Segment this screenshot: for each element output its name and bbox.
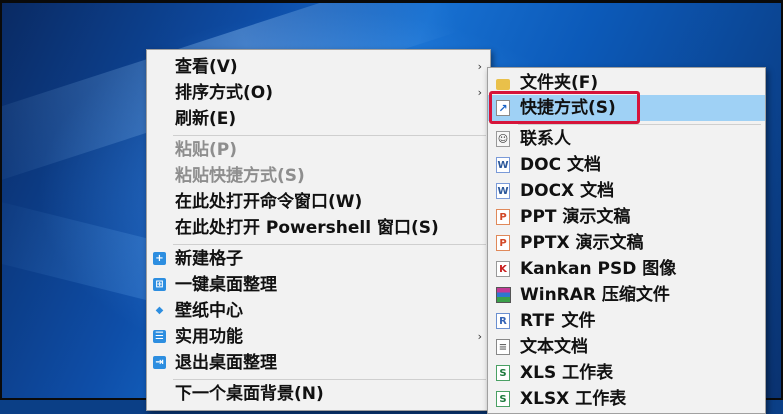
menu-item-label: XLSX 工作表	[520, 389, 627, 409]
kankan-psd-icon: K	[496, 261, 510, 277]
menu-item-utilities[interactable]: ☰ 实用功能 ›	[147, 324, 490, 350]
menu-separator	[173, 135, 486, 136]
menu-item-next-background[interactable]: 下一个桌面背景(N)	[147, 381, 490, 407]
new-doc-item[interactable]: W DOC 文档	[488, 152, 765, 178]
menu-item-label: 刷新(E)	[175, 109, 237, 129]
menu-item-exit-organizer[interactable]: ⇥ 退出桌面整理	[147, 350, 490, 376]
menu-item-label: DOC 文档	[520, 155, 601, 175]
menu-item-label: 在此处打开命令窗口(W)	[175, 192, 363, 212]
menu-item-label: 文本文档	[520, 337, 588, 357]
new-text-doc-item[interactable]: ≡ 文本文档	[488, 334, 765, 360]
menu-item-sort-by[interactable]: 排序方式(O) ›	[147, 80, 490, 106]
menu-item-label: XLS 工作表	[520, 363, 614, 383]
menu-item-label: 粘贴(P)	[175, 140, 237, 160]
menu-item-label: PPT 演示文稿	[520, 207, 631, 227]
text-doc-icon: ≡	[496, 339, 510, 355]
menu-item-label: 壁纸中心	[175, 301, 243, 321]
new-winrar-item[interactable]: WinRAR 压缩文件	[488, 282, 765, 308]
desktop-context-menu: 查看(V) › 排序方式(O) › 刷新(E) 粘贴(P) 粘贴快捷方式(S) …	[146, 49, 491, 411]
menu-item-label: 新建格子	[175, 249, 243, 269]
xlsx-icon: S	[496, 391, 510, 407]
folder-icon	[496, 79, 510, 90]
add-box-icon: +	[153, 252, 166, 265]
menu-item-label: 实用功能	[175, 327, 243, 347]
new-ppt-item[interactable]: P PPT 演示文稿	[488, 204, 765, 230]
grid-icon: ⊞	[153, 278, 166, 291]
winrar-icon	[496, 287, 511, 303]
contact-icon: ☺	[496, 131, 510, 147]
ppt-icon: P	[496, 209, 510, 225]
menu-item-label: WinRAR 压缩文件	[520, 285, 670, 305]
new-docx-item[interactable]: W DOCX 文档	[488, 178, 765, 204]
menu-item-view[interactable]: 查看(V) ›	[147, 54, 490, 80]
new-xls-item[interactable]: S XLS 工作表	[488, 360, 765, 386]
menu-separator	[518, 124, 761, 125]
annotation-highlight-box	[489, 91, 640, 124]
pptx-icon: P	[496, 235, 510, 251]
menu-item-label: 粘贴快捷方式(S)	[175, 166, 305, 186]
menu-item-open-command-window[interactable]: 在此处打开命令窗口(W)	[147, 189, 490, 215]
docx-icon: W	[496, 183, 510, 199]
xls-icon: S	[496, 365, 510, 381]
menu-item-new-box[interactable]: + 新建格子	[147, 246, 490, 272]
submenu-arrow-icon: ›	[477, 86, 482, 99]
menu-item-label: 下一个桌面背景(N)	[175, 384, 324, 404]
menu-item-label: Kankan PSD 图像	[520, 259, 677, 279]
menu-item-label: 查看(V)	[175, 57, 238, 77]
menu-item-open-powershell[interactable]: 在此处打开 Powershell 窗口(S)	[147, 215, 490, 241]
submenu-arrow-icon: ›	[477, 330, 482, 343]
list-icon: ☰	[153, 330, 166, 343]
menu-item-refresh[interactable]: 刷新(E)	[147, 106, 490, 132]
menu-item-paste[interactable]: 粘贴(P)	[147, 137, 490, 163]
exit-icon: ⇥	[153, 356, 166, 369]
menu-item-organize-desktop[interactable]: ⊞ 一键桌面整理	[147, 272, 490, 298]
menu-item-label: 一键桌面整理	[175, 275, 277, 295]
menu-separator	[173, 244, 486, 245]
menu-item-label: 在此处打开 Powershell 窗口(S)	[175, 218, 439, 238]
menu-item-label: RTF 文件	[520, 311, 596, 331]
menu-item-label: 排序方式(O)	[175, 83, 273, 103]
doc-icon: W	[496, 157, 510, 173]
new-contact-item[interactable]: ☺ 联系人	[488, 126, 765, 152]
menu-item-wallpaper-center[interactable]: ◆ 壁纸中心	[147, 298, 490, 324]
menu-item-paste-shortcut[interactable]: 粘贴快捷方式(S)	[147, 163, 490, 189]
new-pptx-item[interactable]: P PPTX 演示文稿	[488, 230, 765, 256]
new-kankan-psd-item[interactable]: K Kankan PSD 图像	[488, 256, 765, 282]
menu-item-label: PPTX 演示文稿	[520, 233, 644, 253]
menu-separator	[173, 379, 486, 380]
new-xlsx-item[interactable]: S XLSX 工作表	[488, 386, 765, 412]
rtf-icon: R	[496, 313, 510, 329]
menu-item-label: 退出桌面整理	[175, 353, 277, 373]
menu-item-label: DOCX 文档	[520, 181, 615, 201]
menu-item-label: 联系人	[520, 129, 571, 149]
new-rtf-item[interactable]: R RTF 文件	[488, 308, 765, 334]
wallpaper-icon: ◆	[155, 305, 164, 316]
submenu-arrow-icon: ›	[477, 60, 482, 73]
